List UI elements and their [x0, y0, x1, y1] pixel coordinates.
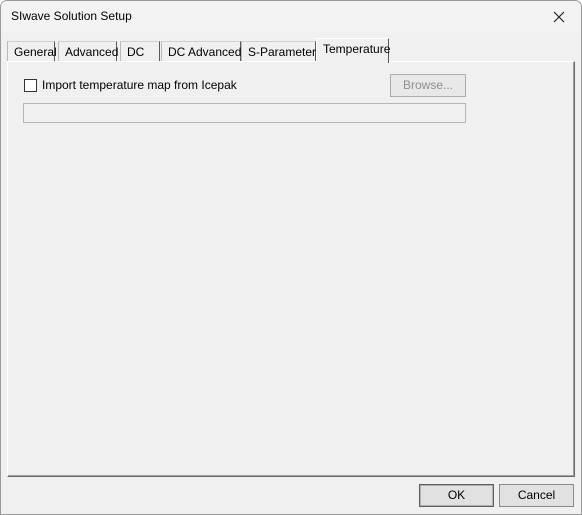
tab-label: DC — [127, 45, 145, 59]
siwave-solution-setup-dialog: SIwave Solution Setup General Advanced D… — [0, 0, 582, 515]
close-icon — [553, 11, 565, 22]
tab-advanced[interactable]: Advanced — [58, 41, 119, 61]
cancel-button[interactable]: Cancel — [499, 484, 574, 507]
browse-button[interactable]: Browse... — [390, 74, 466, 97]
tab-label: DC Advanced — [168, 45, 242, 59]
tab-general[interactable]: General — [7, 41, 57, 61]
tab-label: S-Parameters — [248, 45, 323, 59]
close-button[interactable] — [537, 1, 581, 32]
temperature-map-path-field[interactable] — [23, 103, 466, 123]
tab-label: Temperature — [323, 42, 391, 56]
title-bar: SIwave Solution Setup — [1, 1, 581, 32]
tab-s-parameters[interactable]: S-Parameters — [241, 41, 322, 61]
tab-label: Advanced — [65, 45, 119, 59]
tab-temperature[interactable]: Temperature — [316, 38, 391, 63]
tab-dc-advanced[interactable]: DC Advanced — [161, 41, 241, 61]
window-title: SIwave Solution Setup — [11, 9, 132, 23]
import-temperature-checkbox[interactable] — [24, 79, 37, 92]
import-temperature-label[interactable]: Import temperature map from Icepak — [42, 78, 237, 92]
tab-dc[interactable]: DC — [120, 41, 160, 61]
ok-button[interactable]: OK — [419, 484, 494, 507]
temperature-panel: Import temperature map from Icepak Brows… — [7, 61, 575, 477]
tab-label: General — [14, 45, 57, 59]
